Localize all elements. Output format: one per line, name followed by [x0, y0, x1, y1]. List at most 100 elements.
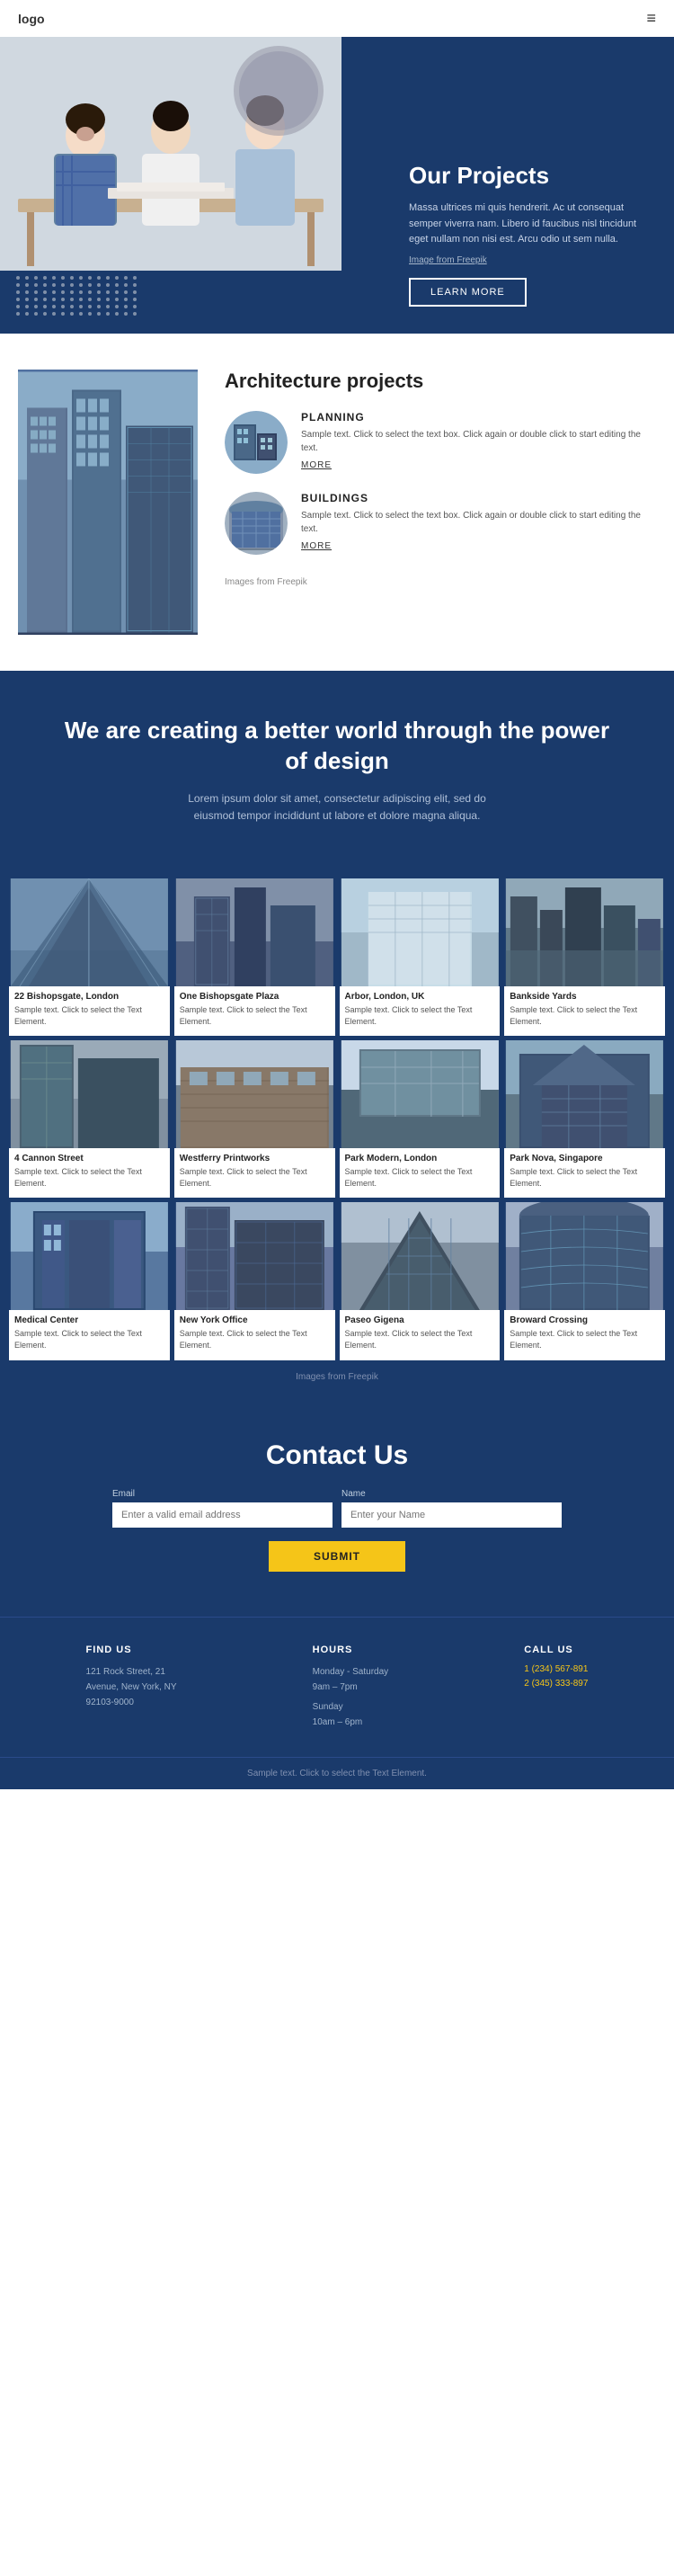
project-name-5: Westferry Printworks — [180, 1154, 330, 1163]
name-field-wrapper: Name — [341, 1489, 562, 1528]
project-name-3: Bankside Yards — [510, 992, 660, 1002]
project-item-3: Bankside Yards Sample text. Click to sel… — [504, 878, 665, 1036]
design-section: We are creating a better world through t… — [0, 671, 674, 860]
menu-button[interactable]: ≡ — [646, 9, 656, 28]
project-desc-3: Sample text. Click to select the Text El… — [510, 1004, 660, 1027]
project-name-1: One Bishopsgate Plaza — [180, 992, 330, 1002]
buildings-image — [225, 492, 288, 555]
project-label-10: Paseo Gigena Sample text. Click to selec… — [340, 1310, 501, 1359]
project-desc-10: Sample text. Click to select the Text El… — [345, 1328, 495, 1350]
planning-image — [225, 411, 288, 474]
hours-title: HOURS — [313, 1645, 389, 1655]
project-item-2: Arbor, London, UK Sample text. Click to … — [340, 878, 501, 1036]
project-label-11: Broward Crossing Sample text. Click to s… — [504, 1310, 665, 1359]
project-name-8: Medical Center — [14, 1315, 164, 1325]
hero-description: Massa ultrices mi quis hendrerit. Ac ut … — [409, 201, 652, 248]
hours-weekday-hours: 9am – 7pm — [313, 1680, 389, 1695]
project-label-1: One Bishopsgate Plaza Sample text. Click… — [174, 986, 335, 1036]
hero-content: Our Projects Massa ultrices mi quis hend… — [386, 139, 674, 334]
project-name-2: Arbor, London, UK — [345, 992, 495, 1002]
contact-title: Contact Us — [18, 1440, 656, 1471]
hours-column: HOURS Monday - Saturday 9am – 7pm Sunday… — [313, 1645, 389, 1730]
planning-more[interactable]: MORE — [301, 460, 656, 470]
find-us-address: 121 Rock Street, 21 Avenue, New York, NY… — [86, 1664, 177, 1710]
project-item-6: Park Modern, London Sample text. Click t… — [340, 1040, 501, 1198]
project-desc-0: Sample text. Click to select the Text El… — [14, 1004, 164, 1027]
buildings-text: BUILDINGS Sample text. Click to select t… — [301, 492, 656, 555]
project-desc-8: Sample text. Click to select the Text El… — [14, 1328, 164, 1350]
hero-title: Our Projects — [409, 162, 652, 190]
project-image-1 — [174, 878, 335, 986]
buildings-more[interactable]: MORE — [301, 541, 656, 551]
planning-item: PLANNING Sample text. Click to select th… — [225, 411, 656, 474]
project-label-3: Bankside Yards Sample text. Click to sel… — [504, 986, 665, 1036]
project-label-4: 4 Cannon Street Sample text. Click to se… — [9, 1148, 170, 1198]
project-label-0: 22 Bishopsgate, London Sample text. Clic… — [9, 986, 170, 1036]
arch-image-credit: Images from Freepik — [225, 577, 307, 587]
project-label-5: Westferry Printworks Sample text. Click … — [174, 1148, 335, 1198]
project-image-2 — [340, 878, 501, 986]
hours-sunday-hours: 10am – 6pm — [313, 1715, 389, 1730]
project-name-9: New York Office — [180, 1315, 330, 1325]
project-desc-5: Sample text. Click to select the Text El… — [180, 1166, 330, 1189]
name-label: Name — [341, 1489, 562, 1499]
phone-2[interactable]: 2 (345) 333-897 — [524, 1679, 588, 1689]
learn-more-button[interactable]: LEARN MORE — [409, 278, 527, 307]
project-image-3 — [504, 878, 665, 986]
buildings-title: BUILDINGS — [301, 492, 656, 504]
projects-row-3: Medical Center Sample text. Click to sel… — [9, 1202, 665, 1359]
buildings-description: Sample text. Click to select the text bo… — [301, 509, 656, 536]
project-label-8: Medical Center Sample text. Click to sel… — [9, 1310, 170, 1359]
project-image-9 — [174, 1202, 335, 1310]
find-us-column: FIND US 121 Rock Street, 21 Avenue, New … — [86, 1645, 177, 1730]
project-image-11 — [504, 1202, 665, 1310]
bottom-bar: Sample text. Click to select the Text El… — [0, 1757, 674, 1789]
project-item-7: Park Nova, Singapore Sample text. Click … — [504, 1040, 665, 1198]
project-image-0 — [9, 878, 170, 986]
project-desc-7: Sample text. Click to select the Text El… — [510, 1166, 660, 1189]
call-us-title: CALL US — [524, 1645, 588, 1655]
project-name-7: Park Nova, Singapore — [510, 1154, 660, 1163]
grid-image-credit: Images from Freepik — [9, 1365, 665, 1395]
projects-grid: 22 Bishopsgate, London Sample text. Clic… — [0, 860, 674, 1404]
planning-text: PLANNING Sample text. Click to select th… — [301, 411, 656, 474]
design-description: Lorem ipsum dolor sit amet, consectetur … — [175, 790, 499, 824]
name-input[interactable] — [341, 1502, 562, 1528]
project-label-9: New York Office Sample text. Click to se… — [174, 1310, 335, 1359]
project-label-6: Park Modern, London Sample text. Click t… — [340, 1148, 501, 1198]
project-item-5: Westferry Printworks Sample text. Click … — [174, 1040, 335, 1198]
project-desc-4: Sample text. Click to select the Text El… — [14, 1166, 164, 1189]
projects-row-2: 4 Cannon Street Sample text. Click to se… — [9, 1040, 665, 1198]
planning-description: Sample text. Click to select the text bo… — [301, 428, 656, 455]
email-input[interactable] — [112, 1502, 333, 1528]
architecture-title: Architecture projects — [225, 370, 656, 393]
contact-section: Contact Us Email Name SUBMIT — [0, 1404, 674, 1617]
project-desc-1: Sample text. Click to select the Text El… — [180, 1004, 330, 1027]
image-credit[interactable]: Image from Freepik — [409, 255, 652, 265]
architecture-section: Architecture projects — [0, 334, 674, 671]
project-item-9: New York Office Sample text. Click to se… — [174, 1202, 335, 1359]
project-item-8: Medical Center Sample text. Click to sel… — [9, 1202, 170, 1359]
architecture-content: Architecture projects — [225, 370, 656, 635]
project-name-11: Broward Crossing — [510, 1315, 660, 1325]
project-image-10 — [340, 1202, 501, 1310]
project-image-4 — [9, 1040, 170, 1148]
project-image-6 — [340, 1040, 501, 1148]
design-title: We are creating a better world through t… — [54, 716, 620, 777]
project-item-10: Paseo Gigena Sample text. Click to selec… — [340, 1202, 501, 1359]
project-desc-6: Sample text. Click to select the Text El… — [345, 1166, 495, 1189]
project-item-1: One Bishopsgate Plaza Sample text. Click… — [174, 878, 335, 1036]
phone-1[interactable]: 1 (234) 567-891 — [524, 1664, 588, 1674]
project-image-8 — [9, 1202, 170, 1310]
hero-image — [0, 37, 341, 271]
project-name-0: 22 Bishopsgate, London — [14, 992, 164, 1002]
project-item-11: Broward Crossing Sample text. Click to s… — [504, 1202, 665, 1359]
project-item-0: 22 Bishopsgate, London Sample text. Clic… — [9, 878, 170, 1036]
projects-row-1: 22 Bishopsgate, London Sample text. Clic… — [9, 878, 665, 1036]
logo: logo — [18, 12, 45, 26]
submit-button[interactable]: SUBMIT — [269, 1541, 405, 1572]
project-label-2: Arbor, London, UK Sample text. Click to … — [340, 986, 501, 1036]
bottom-text: Sample text. Click to select the Text El… — [18, 1769, 656, 1778]
project-desc-11: Sample text. Click to select the Text El… — [510, 1328, 660, 1350]
project-image-5 — [174, 1040, 335, 1148]
